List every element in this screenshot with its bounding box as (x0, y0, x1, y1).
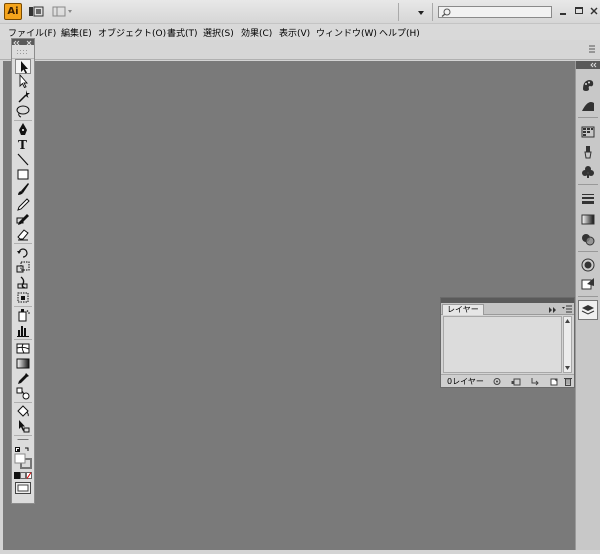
svg-text:T: T (18, 138, 27, 152)
layers-icon[interactable] (578, 300, 598, 320)
tool-divider (14, 306, 32, 307)
gradient-tool-icon[interactable] (15, 356, 31, 371)
minimize-icon[interactable] (557, 5, 569, 17)
locate-object-icon[interactable] (492, 377, 502, 386)
live-paint-selection-tool-icon[interactable] (15, 419, 31, 434)
dock-divider (578, 184, 598, 185)
panel-menu-icon[interactable] (562, 305, 572, 313)
stroke-icon[interactable] (580, 191, 596, 207)
search-icon (441, 8, 451, 17)
transparency-icon[interactable] (580, 231, 596, 247)
control-bar (0, 40, 600, 60)
bridge-icon[interactable] (28, 5, 44, 18)
graphic-styles-icon[interactable] (580, 276, 596, 292)
tools-panel-grip[interactable] (12, 45, 34, 59)
scroll-down-icon[interactable] (564, 364, 571, 372)
dock-divider (578, 296, 598, 297)
menu-effect[interactable]: 効果(C) (241, 26, 272, 39)
gradient-icon[interactable] (580, 211, 596, 227)
menu-view[interactable]: 表示(V) (279, 26, 310, 39)
rectangle-tool-icon[interactable] (15, 167, 31, 182)
control-bar-menu-icon[interactable] (588, 44, 596, 54)
tool-divider (14, 120, 32, 121)
tools-panel: T (11, 38, 35, 496)
eraser-tool-icon[interactable] (15, 227, 31, 242)
free-transform-tool-icon[interactable] (15, 290, 31, 305)
symbol-sprayer-tool-icon[interactable] (15, 308, 31, 323)
menu-type[interactable]: 書式(T) (167, 26, 198, 39)
tab-layers[interactable]: レイヤー (442, 304, 484, 315)
direct-selection-tool-icon[interactable] (15, 74, 31, 89)
workspace-dropdown-icon[interactable] (416, 8, 426, 18)
color-guide-icon[interactable] (580, 97, 596, 113)
lasso-tool-icon[interactable] (15, 104, 31, 119)
menu-select[interactable]: 選択(S) (203, 26, 234, 39)
panel-collapse-icon[interactable] (549, 306, 557, 313)
screen-mode-icon[interactable] (15, 482, 31, 494)
arrange-documents-icon[interactable] (52, 5, 74, 18)
paintbrush-tool-icon[interactable] (15, 182, 31, 197)
right-panel-dock (575, 61, 600, 550)
eyedropper-tool-icon[interactable] (15, 371, 31, 386)
column-graph-tool-icon[interactable] (15, 323, 31, 338)
dock-collapse-bar[interactable] (576, 61, 600, 69)
warp-tool-icon[interactable] (15, 275, 31, 290)
layers-footer: 0レイヤー (441, 374, 574, 387)
new-layer-icon[interactable] (549, 377, 559, 386)
pencil-tool-icon[interactable] (15, 197, 31, 212)
dock-divider (578, 251, 598, 252)
dock-divider (578, 117, 598, 118)
default-colors-icon[interactable] (15, 446, 31, 452)
menu-help[interactable]: ヘルプ(H) (379, 26, 420, 39)
pen-tool-icon[interactable] (15, 122, 31, 137)
maximize-icon[interactable] (573, 5, 585, 17)
rotate-tool-icon[interactable] (15, 245, 31, 260)
blend-tool-icon[interactable] (15, 386, 31, 401)
color-mode-buttons[interactable] (14, 472, 32, 479)
window-bottom-edge (0, 550, 600, 554)
mesh-tool-icon[interactable] (15, 341, 31, 356)
scroll-up-icon[interactable] (564, 317, 571, 325)
make-clipping-mask-icon[interactable] (511, 377, 521, 386)
blob-brush-tool-icon[interactable] (15, 212, 31, 227)
layer-count: 0レイヤー (447, 377, 484, 386)
search-input[interactable] (438, 6, 552, 18)
line-segment-tool-icon[interactable] (15, 152, 31, 167)
divider (398, 3, 399, 21)
symbols-icon[interactable] (580, 164, 596, 180)
app-logo: Ai (4, 3, 22, 20)
menu-bar: ファイル(F) 編集(E) オブジェクト(O) 書式(T) 選択(S) 効果(C… (0, 24, 600, 40)
scale-tool-icon[interactable] (15, 260, 31, 275)
layers-tab-bar: レイヤー (441, 303, 574, 315)
color-icon[interactable] (580, 77, 596, 93)
layers-scrollbar[interactable] (563, 316, 572, 373)
tool-divider (14, 339, 32, 340)
type-tool-icon[interactable]: T (15, 137, 31, 152)
magic-wand-tool-icon[interactable] (15, 89, 31, 104)
tool-divider (14, 402, 32, 403)
divider (432, 3, 433, 21)
tool-divider (14, 435, 32, 436)
menu-edit[interactable]: 編集(E) (61, 26, 92, 39)
brushes-icon[interactable] (580, 144, 596, 160)
appearance-icon[interactable] (580, 257, 596, 273)
delete-layer-icon[interactable] (563, 377, 573, 386)
tool-divider (14, 243, 32, 244)
live-paint-bucket-tool-icon[interactable] (15, 404, 31, 419)
layers-list[interactable] (443, 316, 562, 373)
title-bar: Ai (0, 0, 600, 24)
swatches-icon[interactable] (580, 124, 596, 140)
new-sublayer-icon[interactable] (530, 377, 540, 386)
fill-stroke-area (11, 440, 35, 504)
close-icon[interactable] (588, 5, 600, 17)
fill-stroke-swatch[interactable] (14, 453, 32, 469)
layers-panel: レイヤー 0レイヤー (440, 297, 575, 388)
menu-object[interactable]: オブジェクト(O) (98, 26, 166, 39)
menu-window[interactable]: ウィンドウ(W) (316, 26, 377, 39)
selection-tool-icon[interactable] (15, 59, 31, 74)
